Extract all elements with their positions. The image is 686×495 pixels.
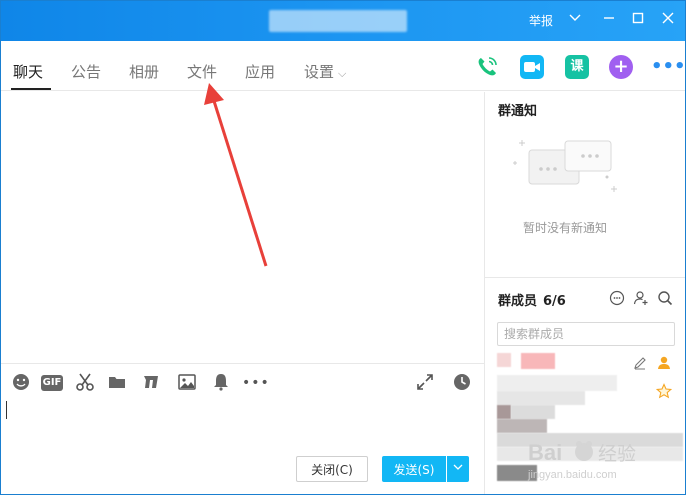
- tab-bar: 聊天 公告 相册 文件 应用 设置 ⌵ 课 + •••: [1, 41, 685, 91]
- input-divider: [1, 363, 484, 364]
- members-chat-icon[interactable]: [608, 290, 626, 308]
- chevron-down-icon: ⌵: [338, 67, 347, 80]
- chevron-down-icon[interactable]: [563, 9, 587, 33]
- empty-notice-illustration: [513, 140, 617, 192]
- tab-settings[interactable]: 设置 ⌵: [304, 61, 346, 82]
- emoji-icon[interactable]: [10, 372, 32, 394]
- member-name-blurred: [521, 353, 555, 369]
- folder-icon[interactable]: [106, 372, 128, 394]
- notice-empty-text: 暂时没有新通知: [523, 221, 608, 235]
- edit-icon[interactable]: [633, 355, 647, 374]
- member-row-blurred: [511, 405, 555, 419]
- history-clock-icon[interactable]: [451, 372, 473, 394]
- search-icon[interactable]: [656, 290, 674, 308]
- watermark-url: jingyan.baidu.com: [527, 469, 617, 481]
- notice-title: 群通知: [498, 104, 538, 119]
- phone-call-icon[interactable]: [475, 55, 499, 79]
- active-tab-indicator: [11, 88, 51, 90]
- image-icon[interactable]: [176, 372, 198, 394]
- baidu-watermark: Bai 经验 jingyan.baidu.com: [526, 434, 685, 488]
- message-area: [1, 92, 484, 363]
- member-row-blurred: [497, 375, 617, 391]
- report-link[interactable]: 举报: [529, 12, 553, 29]
- members-title: 群成员 6/6: [498, 290, 566, 309]
- more-icon[interactable]: •••: [651, 55, 685, 79]
- send-options-chevron-icon[interactable]: [447, 456, 469, 482]
- member-avatar-blurred: [497, 405, 511, 419]
- tab-announcement[interactable]: 公告: [71, 61, 101, 82]
- add-member-icon[interactable]: [632, 290, 650, 308]
- notice-divider: [485, 277, 685, 278]
- screen-share-icon[interactable]: [140, 372, 162, 394]
- minimize-icon[interactable]: [597, 9, 621, 33]
- video-call-icon[interactable]: [520, 55, 544, 79]
- close-icon[interactable]: [656, 9, 680, 33]
- scissors-icon[interactable]: [74, 372, 96, 394]
- add-app-icon[interactable]: +: [609, 55, 633, 79]
- member-row-blurred: [497, 419, 547, 433]
- owner-avatar-icon: [656, 354, 672, 374]
- tab-album[interactable]: 相册: [129, 61, 159, 82]
- tab-chat[interactable]: 聊天: [13, 61, 43, 82]
- tab-settings-label: 设置: [304, 63, 335, 81]
- bell-icon[interactable]: [210, 372, 232, 394]
- watermark-brand: Bai: [528, 440, 562, 465]
- baidu-logo: Bai 经验 jingyan.baidu.com: [527, 440, 636, 481]
- maximize-icon[interactable]: [626, 9, 650, 33]
- title-bar: 举报: [1, 1, 685, 41]
- sidebar-divider: [484, 92, 485, 494]
- tab-apps[interactable]: 应用: [245, 61, 275, 82]
- class-icon[interactable]: 课: [565, 55, 589, 79]
- member-row-blurred: [497, 391, 585, 405]
- tab-files[interactable]: 文件: [187, 61, 217, 82]
- star-icon: [655, 383, 673, 403]
- watermark-brand-suffix: 经验: [598, 443, 636, 465]
- members-title-label: 群成员: [498, 294, 538, 309]
- more-tools-icon[interactable]: •••: [242, 372, 269, 394]
- close-button[interactable]: 关闭(C): [296, 456, 368, 482]
- send-button[interactable]: 发送(S): [382, 456, 446, 482]
- group-name-blurred: [269, 10, 407, 32]
- gif-icon[interactable]: GIF: [41, 375, 63, 391]
- members-count: 6/6: [543, 294, 566, 309]
- text-input-caret[interactable]: [6, 401, 7, 419]
- member-search-input[interactable]: [497, 322, 675, 346]
- chat-window: 举报 聊天 公告 相册 文件 应用 设置 ⌵ 课 + ••• 群通知 暂时没有新…: [0, 0, 686, 495]
- expand-icon[interactable]: [414, 372, 436, 394]
- member-avatar-blurred: [497, 353, 511, 367]
